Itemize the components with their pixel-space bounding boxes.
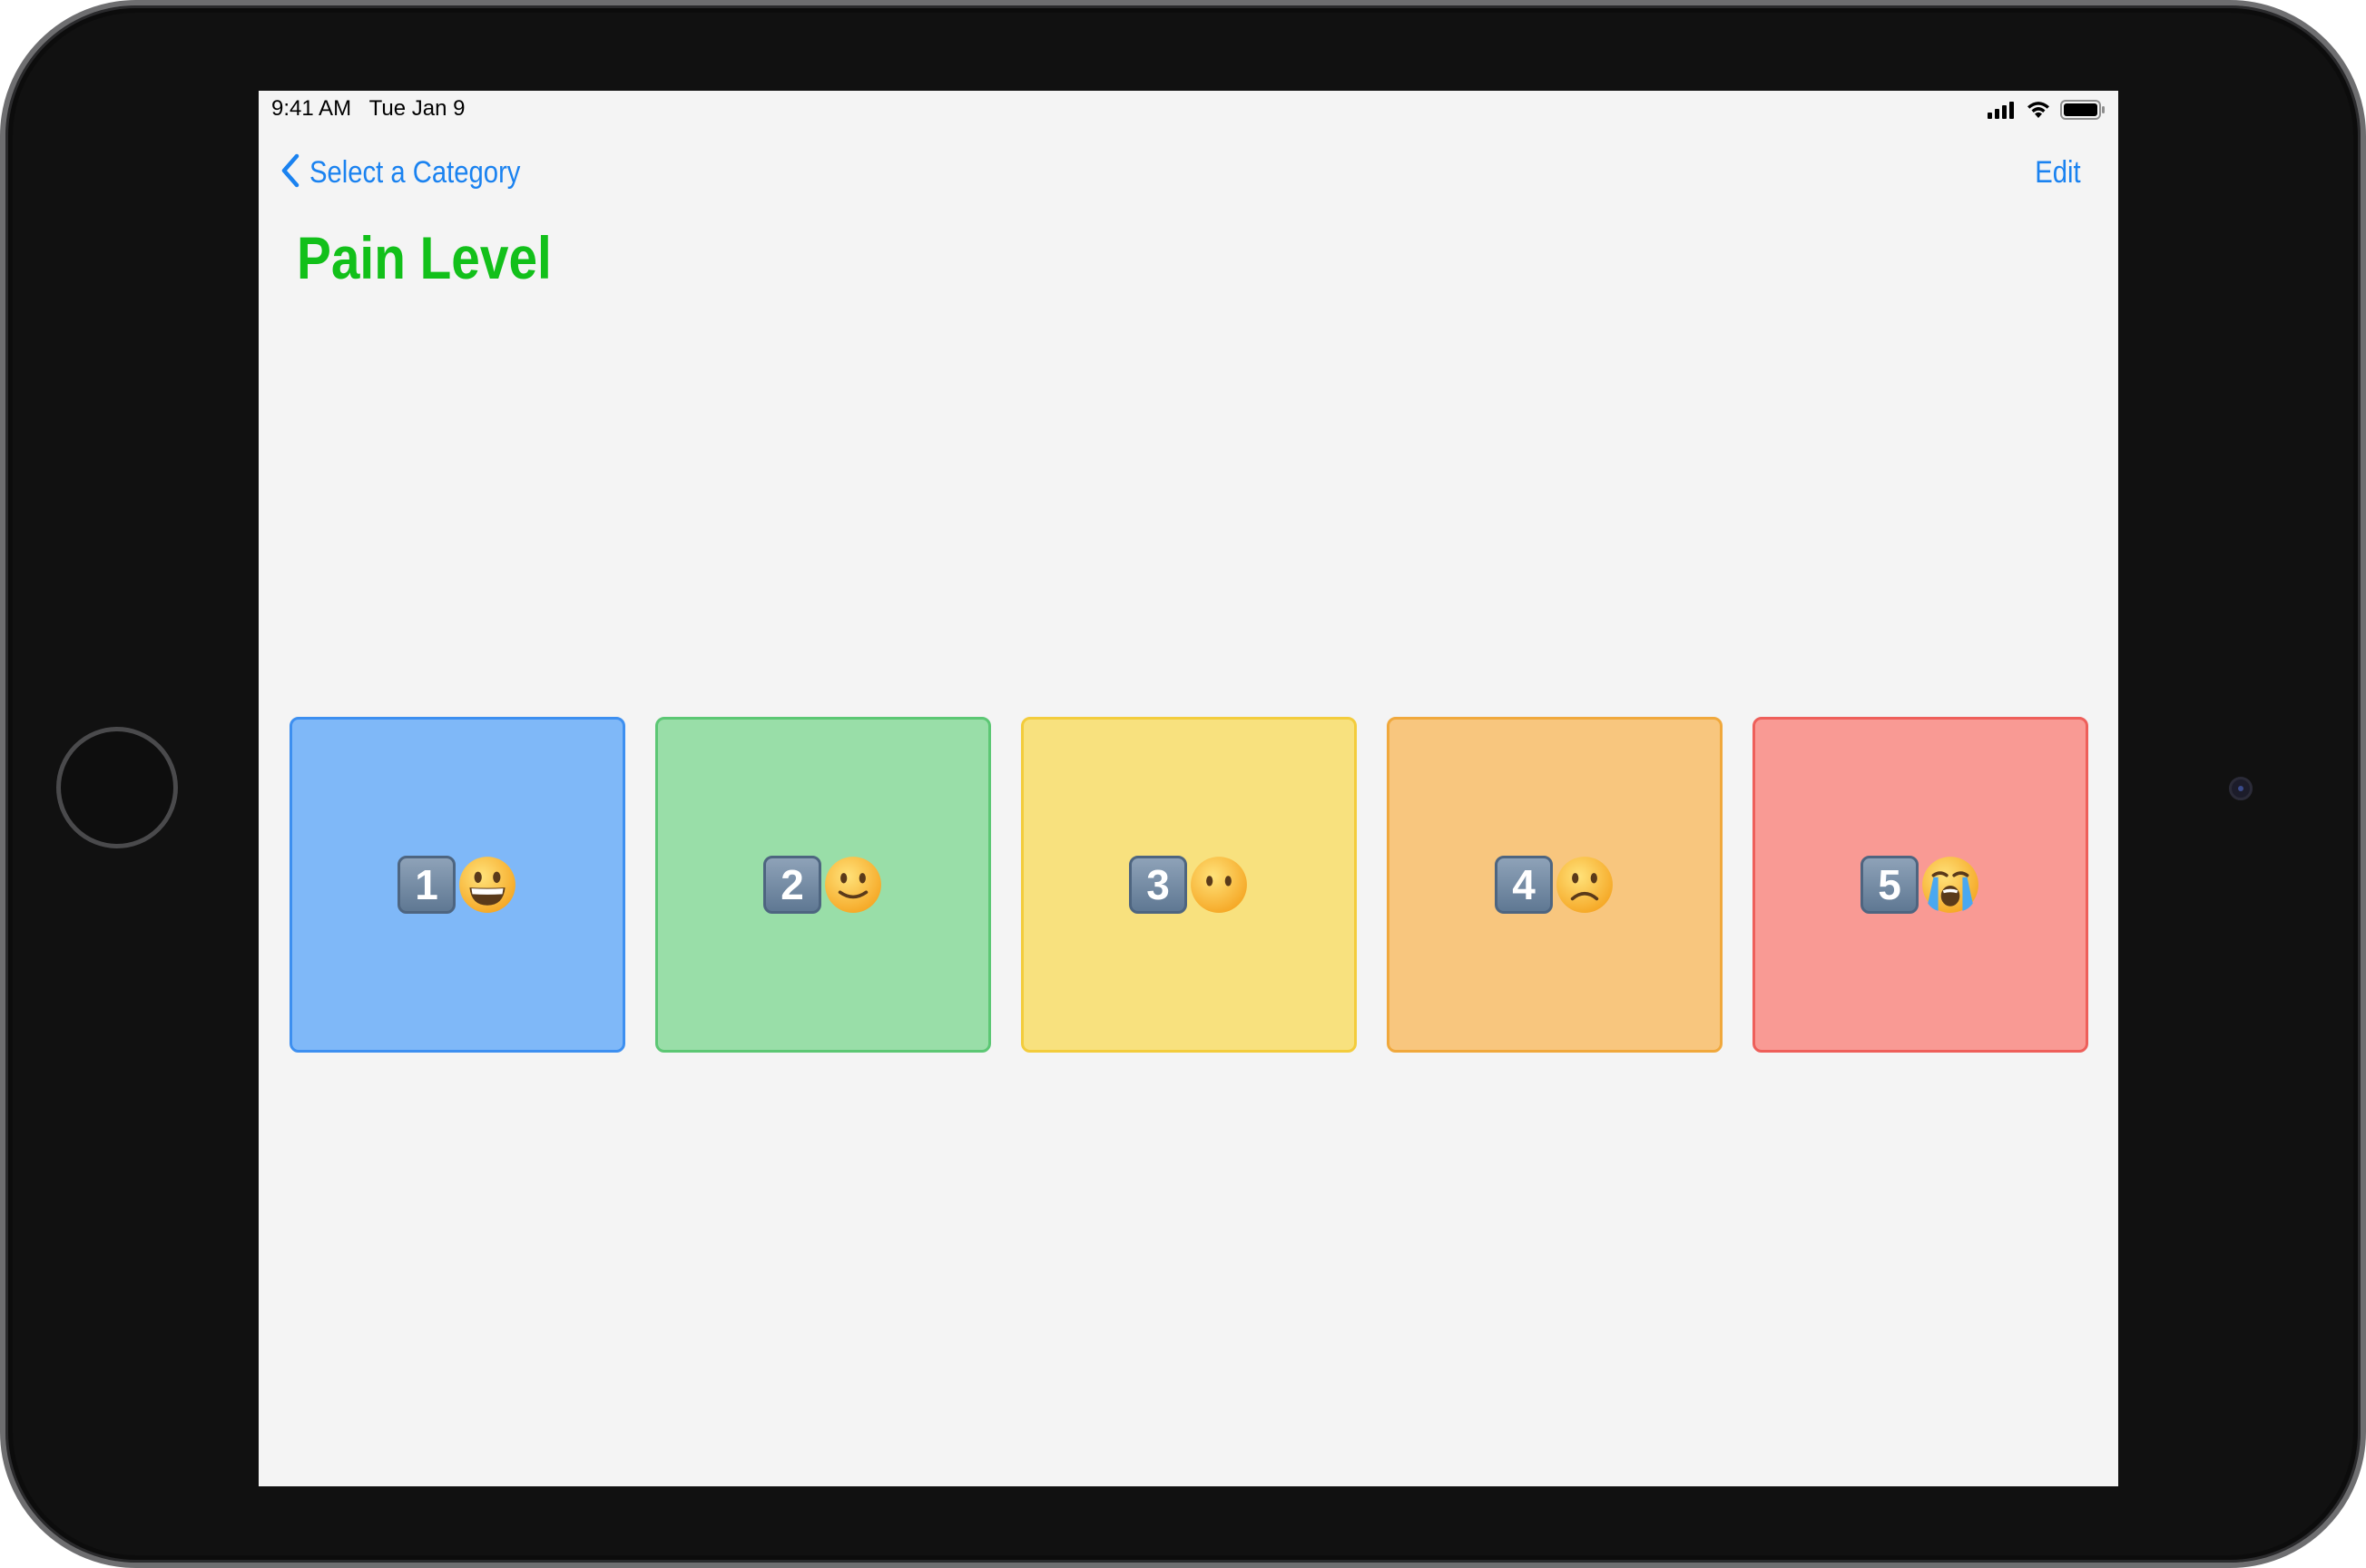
pain-level-3-tile[interactable]: 3: [1021, 717, 1357, 1053]
slightly-frowning-face-icon: [1556, 857, 1613, 913]
status-bar: 9:41 AM Tue Jan 9: [259, 91, 2118, 127]
keycap-digit: 1: [398, 856, 456, 914]
cellular-signal-icon: [1988, 101, 2017, 123]
grinning-face-icon: [459, 857, 515, 913]
keycap-digit: 5: [1860, 856, 1919, 914]
status-date-label: Tue Jan 9: [368, 96, 466, 121]
slightly-smiling-face-icon: [825, 857, 881, 913]
pain-level-2-tile[interactable]: 2: [655, 717, 991, 1053]
status-icons: [1988, 100, 2106, 124]
back-button[interactable]: Select a Category: [280, 145, 555, 200]
status-time-label: 9:41 AM: [271, 96, 352, 121]
pain-level-4-tile[interactable]: 4: [1387, 717, 1723, 1053]
tile-content: 4: [1495, 855, 1615, 915]
tile-content: 3: [1129, 855, 1249, 915]
keycap-digit: 2: [763, 856, 821, 914]
keycap-digit: 4: [1495, 856, 1553, 914]
loudly-crying-face-icon: [1922, 857, 1978, 913]
status-time: 9:41 AM Tue Jan 9: [271, 96, 465, 122]
edit-button[interactable]: Edit: [2036, 145, 2081, 200]
keycap-digit: 3: [1129, 856, 1187, 914]
navigation-bar: Select a Category Edit: [259, 145, 2118, 200]
pain-level-5-tile[interactable]: 5: [1752, 717, 2088, 1053]
battery-icon: [2060, 100, 2106, 124]
front-camera: [2229, 777, 2253, 800]
back-button-label: Select a Category: [309, 154, 521, 190]
page-title: Pain Level: [297, 224, 552, 291]
home-button[interactable]: [56, 727, 178, 848]
pain-level-options: 1 2 3 4 5: [290, 717, 2105, 1054]
pain-level-1-tile[interactable]: 1: [290, 717, 625, 1053]
face-without-mouth-icon: [1191, 857, 1247, 913]
screen: 9:41 AM Tue Jan 9 Select a Category Edit…: [259, 91, 2118, 1486]
ipad-frame: 9:41 AM Tue Jan 9 Select a Category Edit…: [0, 0, 2366, 1568]
tile-content: 1: [398, 855, 517, 915]
tile-content: 2: [763, 855, 883, 915]
wifi-icon: [2026, 100, 2051, 124]
tile-content: 5: [1860, 855, 1980, 915]
chevron-left-icon: [280, 153, 300, 192]
